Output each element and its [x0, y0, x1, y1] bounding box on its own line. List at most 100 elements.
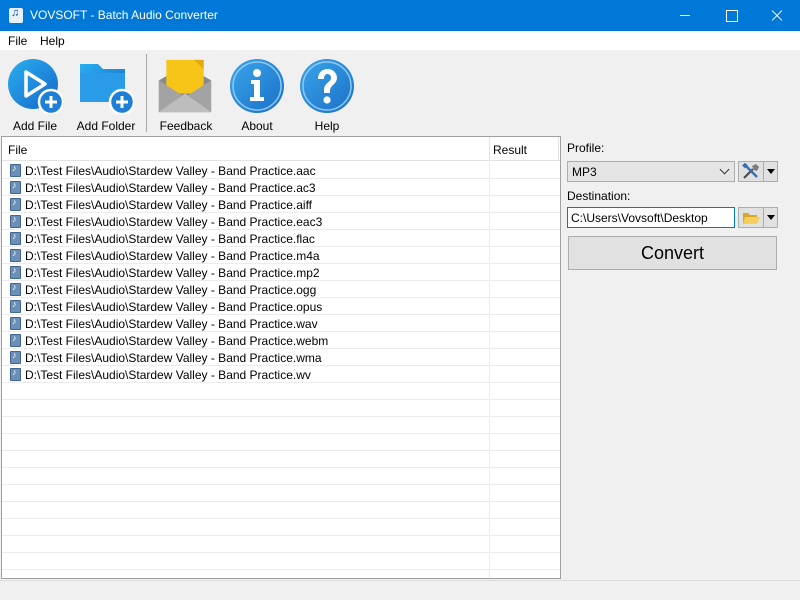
- empty-row: [2, 383, 560, 400]
- destination-input[interactable]: [568, 208, 734, 227]
- add-folder-label: Add Folder: [76, 119, 136, 133]
- file-path: D:\Test Files\Audio\Stardew Valley - Ban…: [25, 317, 318, 331]
- audio-file-icon: [10, 231, 21, 245]
- file-path: D:\Test Files\Audio\Stardew Valley - Ban…: [25, 164, 316, 178]
- file-path: D:\Test Files\Audio\Stardew Valley - Ban…: [25, 198, 313, 212]
- file-path: D:\Test Files\Audio\Stardew Valley - Ban…: [25, 249, 320, 263]
- column-divider[interactable]: [558, 137, 559, 161]
- profile-value: MP3: [572, 165, 597, 179]
- minimize-button[interactable]: [662, 0, 708, 31]
- feedback-button[interactable]: Feedback: [155, 50, 217, 135]
- list-item[interactable]: D:\Test Files\Audio\Stardew Valley - Ban…: [2, 366, 560, 383]
- file-list[interactable]: File Result D:\Test Files\Audio\Stardew …: [1, 136, 561, 579]
- app-icon: [9, 7, 23, 23]
- audio-file-icon: [10, 333, 21, 347]
- empty-row: [2, 417, 560, 434]
- browse-button[interactable]: [738, 207, 778, 228]
- question-icon: [300, 59, 354, 113]
- add-folder-button[interactable]: Add Folder: [74, 50, 138, 135]
- empty-row: [2, 502, 560, 519]
- file-path: D:\Test Files\Audio\Stardew Valley - Ban…: [25, 181, 316, 195]
- audio-file-icon: [10, 316, 21, 330]
- add-file-label: Add File: [12, 119, 58, 133]
- file-path: D:\Test Files\Audio\Stardew Valley - Ban…: [25, 351, 322, 365]
- toolbar-separator: [146, 54, 147, 132]
- info-icon: [230, 59, 284, 113]
- empty-row: [2, 434, 560, 451]
- title-bar: VOVSOFT - Batch Audio Converter: [0, 0, 800, 31]
- add-file-button[interactable]: Add File: [4, 50, 66, 135]
- menu-help[interactable]: Help: [40, 34, 65, 48]
- about-button[interactable]: About: [226, 50, 288, 135]
- close-button[interactable]: [754, 0, 800, 31]
- list-item[interactable]: D:\Test Files\Audio\Stardew Valley - Ban…: [2, 247, 560, 264]
- about-label: About: [241, 119, 273, 133]
- file-path: D:\Test Files\Audio\Stardew Valley - Ban…: [25, 334, 329, 348]
- caret-down-icon[interactable]: [767, 169, 775, 174]
- list-item[interactable]: D:\Test Files\Audio\Stardew Valley - Ban…: [2, 230, 560, 247]
- empty-row: [2, 400, 560, 417]
- empty-row: [2, 536, 560, 553]
- play-plus-icon: [8, 59, 63, 114]
- audio-file-icon: [10, 248, 21, 262]
- audio-file-icon: [10, 367, 21, 381]
- list-item[interactable]: D:\Test Files\Audio\Stardew Valley - Ban…: [2, 349, 560, 366]
- list-rows: D:\Test Files\Audio\Stardew Valley - Ban…: [2, 162, 560, 570]
- convert-button[interactable]: Convert: [568, 236, 777, 270]
- audio-file-icon: [10, 265, 21, 279]
- audio-file-icon: [10, 180, 21, 194]
- split-divider: [763, 208, 764, 227]
- column-divider[interactable]: [489, 137, 490, 161]
- profile-label: Profile:: [567, 141, 605, 155]
- column-header-result[interactable]: Result: [493, 143, 527, 157]
- audio-file-icon: [10, 163, 21, 177]
- destination-field[interactable]: [567, 207, 735, 228]
- file-path: D:\Test Files\Audio\Stardew Valley - Ban…: [25, 266, 320, 280]
- toolbar: Add File Add Folder Feedback About Help: [0, 50, 800, 135]
- menu-file[interactable]: File: [8, 34, 27, 48]
- audio-file-icon: [10, 350, 21, 364]
- profile-dropdown[interactable]: MP3: [567, 161, 735, 182]
- folder-open-icon: [743, 213, 760, 224]
- help-label: Help: [314, 119, 340, 133]
- maximize-button[interactable]: [708, 0, 754, 31]
- list-item[interactable]: D:\Test Files\Audio\Stardew Valley - Ban…: [2, 179, 560, 196]
- empty-row: [2, 451, 560, 468]
- audio-file-icon: [10, 282, 21, 296]
- empty-row: [2, 519, 560, 536]
- list-item[interactable]: D:\Test Files\Audio\Stardew Valley - Ban…: [2, 315, 560, 332]
- status-bar: [0, 580, 800, 600]
- audio-file-icon: [10, 197, 21, 211]
- audio-file-icon: [10, 299, 21, 313]
- file-path: D:\Test Files\Audio\Stardew Valley - Ban…: [25, 283, 317, 297]
- column-header-file[interactable]: File: [8, 143, 27, 157]
- empty-row: [2, 553, 560, 570]
- list-item[interactable]: D:\Test Files\Audio\Stardew Valley - Ban…: [2, 298, 560, 315]
- file-path: D:\Test Files\Audio\Stardew Valley - Ban…: [25, 215, 323, 229]
- help-button[interactable]: Help: [296, 50, 358, 135]
- destination-label: Destination:: [567, 189, 631, 203]
- split-divider: [763, 162, 764, 181]
- list-item[interactable]: D:\Test Files\Audio\Stardew Valley - Ban…: [2, 281, 560, 298]
- envelope-icon: [158, 59, 212, 113]
- menu-bar: File Help: [0, 31, 800, 50]
- list-item[interactable]: D:\Test Files\Audio\Stardew Valley - Ban…: [2, 264, 560, 281]
- window-title: VOVSOFT - Batch Audio Converter: [30, 8, 218, 22]
- list-header: File Result: [2, 137, 560, 161]
- list-item[interactable]: D:\Test Files\Audio\Stardew Valley - Ban…: [2, 332, 560, 349]
- feedback-label: Feedback: [159, 119, 213, 133]
- file-path: D:\Test Files\Audio\Stardew Valley - Ban…: [25, 368, 311, 382]
- list-item[interactable]: D:\Test Files\Audio\Stardew Valley - Ban…: [2, 162, 560, 179]
- profile-settings-button[interactable]: [738, 161, 778, 182]
- caret-down-icon[interactable]: [767, 215, 775, 220]
- folder-plus-icon: [80, 64, 134, 114]
- list-item[interactable]: D:\Test Files\Audio\Stardew Valley - Ban…: [2, 196, 560, 213]
- file-path: D:\Test Files\Audio\Stardew Valley - Ban…: [25, 300, 323, 314]
- tools-icon: [742, 163, 759, 179]
- audio-file-icon: [10, 214, 21, 228]
- file-path: D:\Test Files\Audio\Stardew Valley - Ban…: [25, 232, 315, 246]
- empty-row: [2, 485, 560, 502]
- chevron-down-icon: [719, 164, 730, 175]
- list-item[interactable]: D:\Test Files\Audio\Stardew Valley - Ban…: [2, 213, 560, 230]
- empty-row: [2, 468, 560, 485]
